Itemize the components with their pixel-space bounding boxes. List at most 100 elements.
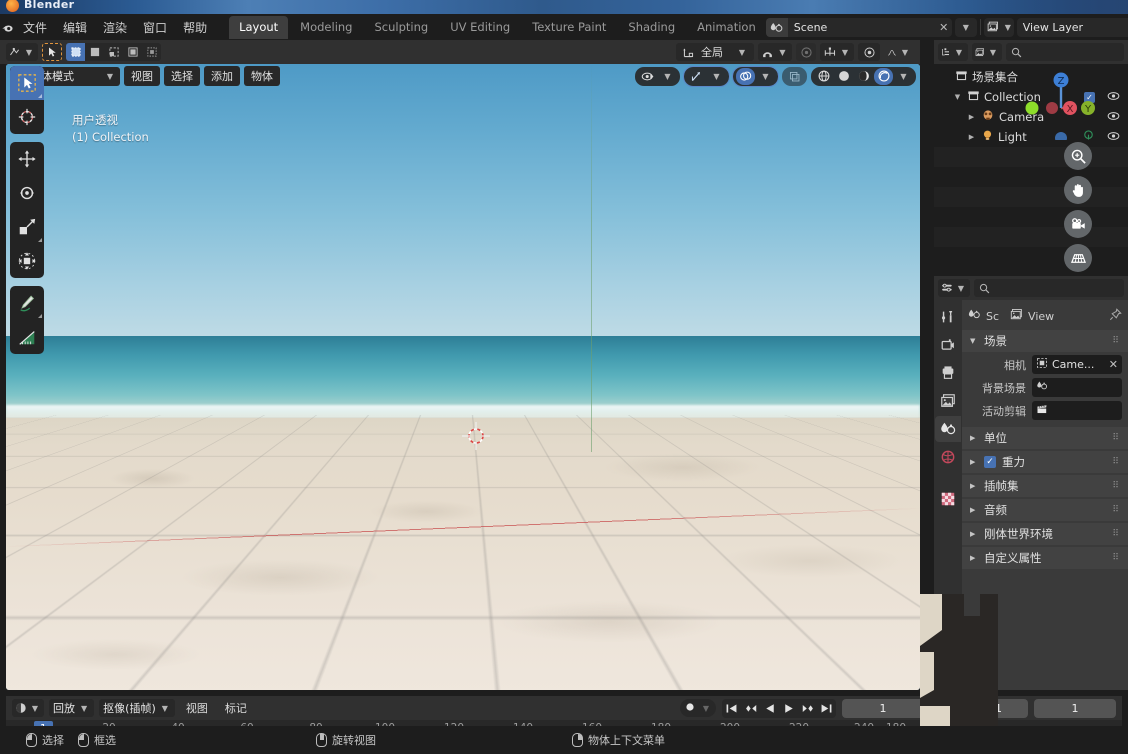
- tab-sculpting[interactable]: Sculpting: [364, 16, 438, 39]
- proportional-editing-icon[interactable]: [796, 43, 816, 61]
- viewport-menu-add[interactable]: 添加: [204, 66, 240, 86]
- play-reverse-icon[interactable]: [760, 699, 779, 718]
- zoom-icon[interactable]: [1064, 142, 1092, 170]
- menu-edit[interactable]: 编辑: [55, 16, 95, 39]
- properties-search-input[interactable]: [974, 279, 1124, 297]
- tool-move[interactable]: [10, 142, 44, 176]
- set-select-icon[interactable]: [66, 43, 85, 61]
- timeline-menu-playback[interactable]: 回放▼: [49, 699, 94, 717]
- subtract-select-icon[interactable]: [104, 43, 123, 61]
- breadcrumb-scene-label[interactable]: Sc: [986, 310, 999, 323]
- navigation-gizmo[interactable]: X Y Z: [1024, 66, 1098, 140]
- drag-handle[interactable]: ⠿: [1112, 481, 1120, 491]
- panel-header-gravity[interactable]: ▶ ✓ 重力 ⠿: [962, 451, 1128, 473]
- magnet-icon[interactable]: ▼: [758, 43, 792, 61]
- invert-select-icon[interactable]: [123, 43, 142, 61]
- tab-modeling[interactable]: Modeling: [290, 16, 362, 39]
- tab-scene[interactable]: [935, 416, 961, 442]
- properties-editor-icon[interactable]: ▼: [938, 279, 970, 297]
- outliner-display-mode-icon[interactable]: ▼: [938, 43, 968, 61]
- object-visibility-dropdown[interactable]: ▼: [635, 67, 680, 86]
- scene-icon[interactable]: [766, 18, 788, 37]
- timeline-menu-keying[interactable]: 抠像(插帧)▼: [99, 699, 175, 717]
- viewlayer-datablock[interactable]: View Layer ✕: [1017, 18, 1128, 37]
- tab-view-layer[interactable]: [935, 388, 961, 414]
- extend-select-icon[interactable]: [85, 43, 104, 61]
- overlays-dropdown[interactable]: ▼: [733, 67, 778, 86]
- tab-output[interactable]: [935, 360, 961, 386]
- outliner-search-input[interactable]: [1006, 43, 1124, 61]
- intersect-select-icon[interactable]: [142, 43, 161, 61]
- window-controls-area[interactable]: [968, 0, 1128, 14]
- camera-field[interactable]: Came... ✕: [1032, 355, 1122, 374]
- panel-header-keying-sets[interactable]: ▶ 插帧集 ⠿: [962, 475, 1128, 497]
- timeline-menu-view[interactable]: 视图: [180, 698, 214, 718]
- jump-to-end-icon[interactable]: [817, 699, 836, 718]
- chevron-down-icon[interactable]: ▼: [707, 68, 726, 85]
- jump-to-next-keyframe-icon[interactable]: [798, 699, 817, 718]
- background-scene-field[interactable]: [1032, 378, 1122, 397]
- tab-animation[interactable]: Animation: [687, 16, 766, 39]
- wireframe-shading-icon[interactable]: [814, 68, 833, 85]
- active-clip-field[interactable]: [1032, 401, 1122, 420]
- drag-handle[interactable]: ⠿: [1112, 433, 1120, 443]
- viewport-menu-object[interactable]: 物体: [244, 66, 280, 86]
- tool-measure[interactable]: [10, 320, 44, 354]
- tab-layout[interactable]: Layout: [229, 16, 288, 39]
- eye-icon[interactable]: [1107, 110, 1120, 124]
- gravity-checkbox[interactable]: ✓: [984, 456, 996, 468]
- viewport-menu-view[interactable]: 视图: [124, 66, 160, 86]
- breadcrumb-viewlayer-label[interactable]: View: [1028, 310, 1054, 323]
- tool-transform[interactable]: [10, 244, 44, 278]
- jump-to-prev-keyframe-icon[interactable]: [741, 699, 760, 718]
- camera-view-icon[interactable]: [1064, 210, 1092, 238]
- timeline-menu-marker[interactable]: 标记: [219, 698, 253, 718]
- pin-icon[interactable]: [1109, 308, 1122, 324]
- drag-handle[interactable]: ⠿: [1112, 553, 1120, 563]
- start-value[interactable]: 1: [995, 702, 1002, 715]
- tool-annotate[interactable]: [10, 286, 44, 320]
- 3d-viewport[interactable]: 用户透视 (1) Collection: [6, 64, 920, 690]
- tool-cursor[interactable]: [10, 100, 44, 134]
- clear-camera-icon[interactable]: ✕: [1109, 358, 1118, 371]
- panel-header-rigid-body-world[interactable]: ▶ 刚体世界环境 ⠿: [962, 523, 1128, 545]
- scene-browse-dropdown[interactable]: ▼: [955, 18, 977, 37]
- chevron-down-icon[interactable]: ▼: [658, 68, 677, 85]
- timeline-editor-icon[interactable]: ▼: [12, 699, 44, 717]
- tool-select-box[interactable]: [10, 66, 44, 100]
- menu-render[interactable]: 渲染: [95, 16, 135, 39]
- chevron-down-icon[interactable]: ▼: [894, 68, 913, 85]
- panel-header-units[interactable]: ▶ 单位 ⠿: [962, 427, 1128, 449]
- editor-type-icon[interactable]: ▼: [6, 43, 38, 61]
- auto-keying-group[interactable]: ▼: [680, 699, 716, 717]
- panel-header-custom-properties[interactable]: ▶ 自定义属性 ⠿: [962, 547, 1128, 569]
- snap-increment-icon[interactable]: ▼: [820, 43, 854, 61]
- menu-help[interactable]: 帮助: [175, 16, 215, 39]
- scene-name[interactable]: Scene: [788, 18, 936, 37]
- menu-window[interactable]: 窗口: [135, 16, 175, 39]
- eye-icon[interactable]: [1107, 90, 1120, 104]
- expander-icon[interactable]: ▶: [966, 133, 977, 141]
- toggle-perspective-icon[interactable]: [1064, 244, 1092, 272]
- viewlayer-name[interactable]: View Layer: [1017, 18, 1128, 37]
- tool-scale[interactable]: [10, 210, 44, 244]
- drag-handle[interactable]: ⠿: [1112, 505, 1120, 515]
- tab-world[interactable]: [935, 444, 961, 470]
- material-preview-shading-icon[interactable]: [854, 68, 873, 85]
- gizmo-icon[interactable]: [687, 68, 706, 85]
- viewport-menu-select[interactable]: 选择: [164, 66, 200, 86]
- select-tool-icon[interactable]: [42, 43, 62, 61]
- tab-texture-paint[interactable]: Texture Paint: [522, 16, 616, 39]
- outliner-filter-icon[interactable]: ▼: [972, 43, 1002, 61]
- panel-header-audio[interactable]: ▶ 音频 ⠿: [962, 499, 1128, 521]
- panel-header-scene[interactable]: ▼ 场景 ⠿: [962, 330, 1128, 352]
- tab-tool[interactable]: [935, 304, 961, 330]
- scene-close-icon[interactable]: ✕: [936, 18, 952, 37]
- blender-logo-icon[interactable]: [0, 14, 15, 40]
- transform-orientation-dropdown[interactable]: 全局 ▼: [676, 43, 754, 61]
- end-frame-field[interactable]: 1: [1034, 699, 1116, 718]
- current-frame-field[interactable]: 1: [842, 699, 924, 718]
- auto-keying-record-icon[interactable]: [684, 701, 696, 716]
- tab-shading[interactable]: Shading: [618, 16, 685, 39]
- view-layer-icon[interactable]: [984, 18, 1002, 37]
